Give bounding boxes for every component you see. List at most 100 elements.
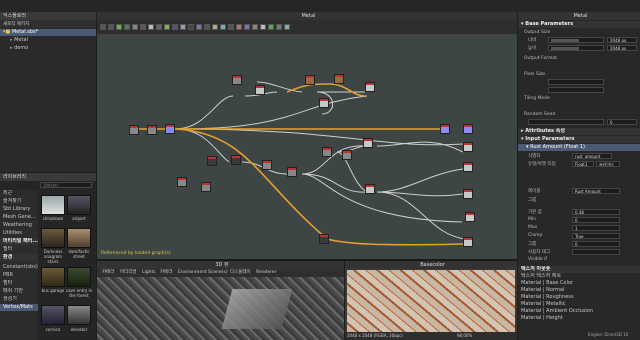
toolbar-button[interactable] xyxy=(244,24,250,30)
library-category[interactable]: 생성기 xyxy=(0,296,38,303)
library-thumb[interactable] xyxy=(41,228,65,248)
graph-node[interactable] xyxy=(334,74,344,84)
view3d-menu-item[interactable]: Renderer xyxy=(253,269,280,276)
toolbar-button[interactable] xyxy=(236,24,242,30)
graph-node[interactable] xyxy=(305,75,315,85)
output-item[interactable]: Material | Metallic xyxy=(518,301,640,308)
library-category[interactable]: Sbt Library xyxy=(0,206,38,213)
height-value[interactable]: 2048 px xyxy=(607,45,637,51)
toolbar-button[interactable] xyxy=(276,24,282,30)
view2d-zoom[interactable]: 98.00% xyxy=(457,333,472,338)
graph-node[interactable] xyxy=(463,237,473,247)
output-item[interactable]: Material | Height xyxy=(518,315,640,322)
graph-node[interactable] xyxy=(129,125,139,135)
output-item[interactable]: Material | Ambient Occlusion xyxy=(518,308,640,315)
library-thumb[interactable] xyxy=(41,267,65,287)
library-category[interactable]: 필터 xyxy=(0,246,38,253)
graph-node[interactable] xyxy=(201,182,211,192)
library-thumb[interactable] xyxy=(41,195,65,215)
graph-node[interactable] xyxy=(463,162,473,172)
user-tag-field[interactable] xyxy=(572,249,620,255)
toolbar-button[interactable] xyxy=(196,24,202,30)
default-value-field[interactable]: 0.48 xyxy=(572,209,620,215)
graph-node[interactable] xyxy=(322,147,332,157)
view3d-viewport[interactable] xyxy=(97,277,344,340)
graph-node[interactable] xyxy=(365,184,375,194)
graph-node[interactable] xyxy=(231,155,241,165)
identifier-field[interactable]: rust_amount xyxy=(572,153,612,159)
library-category[interactable]: Utilities xyxy=(0,230,38,237)
view3d-menu-item[interactable]: 머티리얼 xyxy=(117,269,140,276)
toolbar-button[interactable] xyxy=(124,24,130,30)
seed-slider[interactable] xyxy=(528,119,604,125)
library-category[interactable]: Vertex/Mats xyxy=(0,304,38,311)
output-item[interactable]: Material | Normal xyxy=(518,287,640,294)
toolbar-button[interactable] xyxy=(204,24,210,30)
toolbar-button[interactable] xyxy=(100,24,106,30)
library-category[interactable]: Weathering xyxy=(0,222,38,229)
explorer-item-package[interactable]: ▾■ Metal.sbs* xyxy=(0,29,96,36)
graph-node[interactable] xyxy=(287,167,297,177)
height-slider[interactable] xyxy=(548,45,604,51)
graph-node[interactable] xyxy=(465,212,475,222)
view2d-texture[interactable] xyxy=(347,270,515,332)
toolbar-button[interactable] xyxy=(188,24,194,30)
toolbar-button[interactable] xyxy=(220,24,226,30)
toolbar-button[interactable] xyxy=(180,24,186,30)
output-item[interactable]: Material | Roughness xyxy=(518,294,640,301)
toolbar-button[interactable] xyxy=(156,24,162,30)
graph-node[interactable] xyxy=(147,125,157,135)
view3d-menu-item[interactable]: 카메라 xyxy=(99,269,117,276)
library-thumb[interactable] xyxy=(41,305,65,325)
library-category[interactable]: Constant(sbs) xyxy=(0,264,38,271)
library-thumb[interactable] xyxy=(67,195,91,215)
library-category[interactable]: 메쉬 기반 xyxy=(0,288,38,295)
attributes-header[interactable]: ▸ Attributes 속성 xyxy=(518,128,640,135)
library-thumb[interactable] xyxy=(67,228,91,248)
group-field[interactable]: 0 xyxy=(572,241,620,247)
toolbar-button[interactable] xyxy=(132,24,138,30)
view3d-menu-item[interactable]: 디스플레이 xyxy=(227,269,254,276)
toolbar-button[interactable] xyxy=(116,24,122,30)
graph-node[interactable] xyxy=(232,75,242,85)
library-category[interactable]: Mesh Gene... xyxy=(0,214,38,221)
library-search-input[interactable]: 검색하기 xyxy=(40,182,92,188)
width-value[interactable]: 2048 px xyxy=(607,37,637,43)
graph-node[interactable] xyxy=(319,234,329,244)
graph-node[interactable] xyxy=(363,138,373,148)
seed-value[interactable]: 0 xyxy=(607,119,637,125)
library-category[interactable]: 즐겨찾기 xyxy=(0,198,38,205)
graph-node[interactable] xyxy=(255,85,265,95)
graph-node[interactable] xyxy=(319,98,329,108)
pixel-size-field-2[interactable] xyxy=(548,87,604,93)
width-slider[interactable] xyxy=(548,37,604,43)
graph-node[interactable] xyxy=(165,124,175,134)
graph-node[interactable] xyxy=(177,177,187,187)
outputs-header[interactable]: 텍스처 아웃풋 xyxy=(518,266,640,273)
type-select[interactable]: Float1 xyxy=(572,161,594,167)
input-params-header[interactable]: ▾ Input Parameters xyxy=(518,136,640,143)
graph-node[interactable] xyxy=(440,124,450,134)
toolbar-button[interactable] xyxy=(228,24,234,30)
base-params-header[interactable]: ▾ Base Parameters xyxy=(518,21,640,28)
library-category[interactable]: 필터 xyxy=(0,280,38,287)
graph-node[interactable] xyxy=(262,160,272,170)
toolbar-button[interactable] xyxy=(252,24,258,30)
max-field[interactable]: 1 xyxy=(572,225,620,231)
view3d-menu-item[interactable]: Lights xyxy=(139,269,159,276)
view3d-menu-item[interactable]: 카메라 xyxy=(157,269,175,276)
library-category[interactable]: PBR xyxy=(0,272,38,279)
pixel-size-field[interactable] xyxy=(548,79,604,85)
label-field[interactable]: Rust Amount xyxy=(572,188,620,194)
rust-param-header[interactable]: ▾ Rust Amount (Float 1) xyxy=(518,144,640,151)
graph-node[interactable] xyxy=(463,142,473,152)
graph-node[interactable] xyxy=(342,150,352,160)
toolbar-button[interactable] xyxy=(108,24,114,30)
widget-select[interactable]: 슬라이더 xyxy=(596,161,620,167)
clamp-select[interactable]: True xyxy=(572,233,620,239)
library-category[interactable]: 최근 xyxy=(0,190,38,197)
min-field[interactable]: 0 xyxy=(572,217,620,223)
graph-node[interactable] xyxy=(365,82,375,92)
explorer-item-demo[interactable]: ▸ demo xyxy=(0,45,96,52)
graph-node[interactable] xyxy=(207,156,217,166)
